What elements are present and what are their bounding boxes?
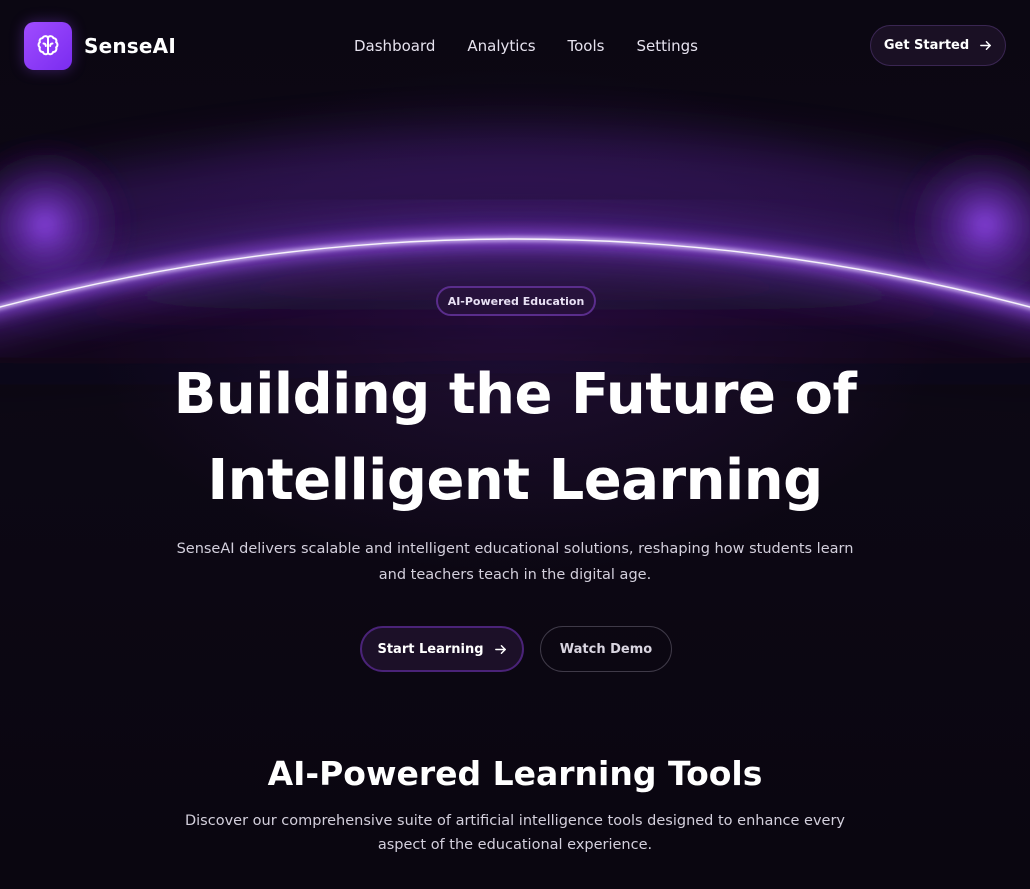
brain-icon (24, 22, 72, 70)
get-started-button[interactable]: Get Started (870, 25, 1006, 66)
watch-demo-label: Watch Demo (559, 641, 653, 657)
brand-name: SenseAI (84, 34, 176, 58)
nav-link-dashboard[interactable]: Dashboard (354, 36, 435, 56)
watch-demo-button[interactable]: Watch Demo (540, 626, 672, 672)
tools-subtitle-line-1: Discover our comprehensive suite of arti… (184, 813, 845, 829)
hero-badge: AI-Powered Education (436, 286, 596, 316)
tools-section-title: AI-Powered Learning Tools (267, 754, 763, 793)
nav-link-settings[interactable]: Settings (636, 36, 698, 56)
top-navigation: SenseAI Dashboard Analytics Tools Settin… (0, 0, 1030, 92)
start-learning-button[interactable]: Start Learning (360, 626, 524, 672)
get-started-label: Get Started (883, 38, 970, 53)
hero-subtitle-line-1: SenseAI delivers scalable and intelligen… (176, 541, 854, 557)
hero-title-line-2: Intelligent Learning (207, 448, 823, 513)
hero-title-line-1: Building the Future of (173, 362, 857, 427)
brand-logo[interactable]: SenseAI (24, 22, 176, 70)
arrow-right-icon (979, 39, 992, 52)
hero-subtitle: SenseAI delivers scalable and intelligen… (175, 536, 855, 588)
start-learning-label: Start Learning (377, 641, 484, 657)
hero-subtitle-line-2: and teachers teach in the digital age. (378, 567, 652, 583)
tools-section-subtitle: Discover our comprehensive suite of arti… (180, 809, 850, 857)
nav-links: Dashboard Analytics Tools Settings (354, 36, 698, 56)
nav-link-analytics[interactable]: Analytics (467, 36, 535, 56)
arrow-right-icon (494, 643, 507, 656)
tools-subtitle-line-2: aspect of the educational experience. (377, 837, 653, 853)
hero-title: Building the Future of Intelligent Learn… (115, 352, 915, 524)
nav-link-tools[interactable]: Tools (568, 36, 605, 56)
